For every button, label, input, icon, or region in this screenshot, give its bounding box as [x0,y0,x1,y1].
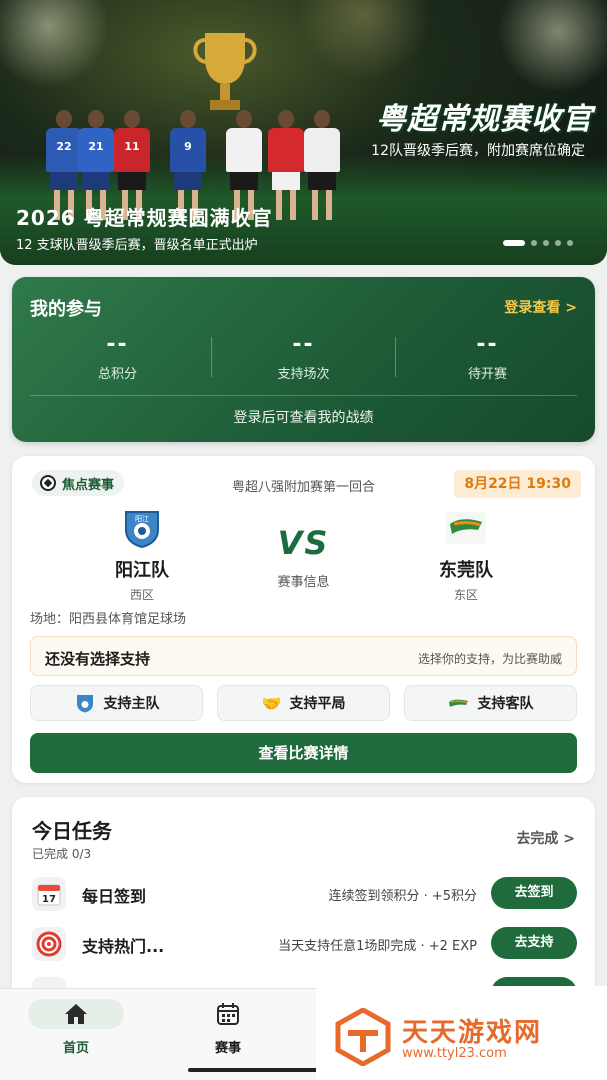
stat-total-points: -- 总积分 [26,332,209,382]
carousel-dot[interactable] [531,240,537,246]
target-icon [32,927,66,961]
support-home-label: 支持主队 [103,696,160,712]
support-draw-button[interactable]: 🤝 支持平局 [217,685,390,721]
calendar-grid-icon [180,999,276,1029]
carousel-indicator[interactable] [503,240,573,246]
calendar-icon: 17 [32,877,66,911]
support-away-label: 支持客队 [477,696,534,712]
task-name: 每日签到 [82,887,147,906]
nav-home[interactable]: 首页 [28,995,124,1059]
match-time-badge: 8月22日 19:30 [454,470,581,498]
checkin-button[interactable]: 去签到 [491,877,577,909]
tasks-title: 今日任务 [32,819,112,843]
stat-value: -- [106,332,129,357]
stat-upcoming: -- 待开赛 [396,332,579,382]
task-desc: 连续签到领积分 · +5积分 [328,889,477,904]
task-name: 支持热门... [82,937,165,956]
task-desc: 当天支持任意1场即完成 · +2 EXP [278,939,477,954]
away-team-logo [444,508,488,548]
support-status-box: 还没有选择支持 选择你的支持，为比赛助威 [30,636,577,676]
banner-headline: 粤超常规赛收官 [376,102,593,137]
stat-value: -- [476,332,499,357]
banner-title: 2026 粤超常规赛圆满收官 [16,206,273,230]
away-team-mini-logo [448,699,468,707]
nav-matches-label: 赛事 [214,1041,241,1056]
login-view-link[interactable]: 登录查看 > [504,297,577,317]
home-team-mini-logo [76,695,93,713]
match-detail-button[interactable]: 查看比赛详情 [30,733,577,773]
handshake-icon: 🤝 [261,693,282,713]
stat-label: 总积分 [97,367,137,382]
watermark-title: 天天游戏网 [402,1018,543,1048]
support-status: 还没有选择支持 [45,650,151,668]
hero-banner[interactable]: 22 21 11 9 粤超常规赛收官 12队晋级季后赛，附加赛席位确定 2026… [0,0,607,265]
stat-label: 支持场次 [277,367,330,382]
stat-value: -- [292,332,315,357]
login-prompt[interactable]: 登录后可查看我的战绩 [12,407,595,427]
support-task-button[interactable]: 去支持 [491,927,577,959]
watermark-logo [335,1008,391,1066]
carousel-dot[interactable] [567,240,573,246]
stat-label: 待开赛 [467,367,507,382]
task-row-support: 支持热门... 当天支持任意1场即完成 · +2 EXP 去支持 [32,925,577,963]
nav-matches[interactable]: 赛事 [180,995,276,1059]
tasks-more-link[interactable]: 去完成 > [516,828,575,848]
nav-home-label: 首页 [62,1041,89,1056]
focus-match-card: 焦点赛事 粤超八强附加赛第一回合 8月22日 19:30 阳江 阳江队 西区 V… [12,456,595,783]
support-hint: 选择你的支持，为比赛助威 [417,652,562,666]
support-draw-label: 支持平局 [289,696,346,712]
home-icon [28,999,124,1029]
watermark-url: www.ttyl23.com [402,1046,507,1061]
tasks-progress: 已完成 0/3 [32,847,92,861]
home-logo-text: 阳江 [135,514,149,523]
carousel-dot[interactable] [543,240,549,246]
support-away-button[interactable]: 支持客队 [404,685,577,721]
stat-support-count: -- 支持场次 [212,332,395,382]
calendar-day: 17 [42,894,56,905]
banner-headline-sub: 12队晋级季后赛，附加赛席位确定 [371,143,585,159]
away-team-name: 东莞队 [439,560,493,581]
jersey-number: 22 [56,140,72,153]
carousel-dot-active[interactable] [503,240,525,246]
away-team-zone: 东区 [453,588,478,602]
my-participation-card: 我的参与 登录查看 > -- 总积分 -- 支持场次 -- 待开赛 登录后可查看… [12,277,595,442]
site-watermark: 天天游戏网 www.ttyl23.com [316,986,607,1080]
carousel-dot[interactable] [555,240,561,246]
divider [30,395,577,396]
banner-subtitle: 12 支球队晋级季后赛，晋级名单正式出炉 [16,238,258,253]
support-home-button[interactable]: 支持主队 [30,685,203,721]
participation-title: 我的参与 [30,299,102,320]
jersey-number: 21 [88,140,104,153]
trophy-icon [193,33,257,110]
home-indicator[interactable] [188,1068,318,1072]
match-venue: 场地：阳西县体育馆足球场 [30,612,187,627]
jersey-number: 11 [124,140,140,153]
player-figure [302,110,342,220]
away-team[interactable]: 东莞队 东区 [396,508,536,603]
jersey-number: 9 [184,140,192,153]
task-row-checkin: 17 每日签到 连续签到领积分 · +5积分 去签到 [32,875,577,913]
